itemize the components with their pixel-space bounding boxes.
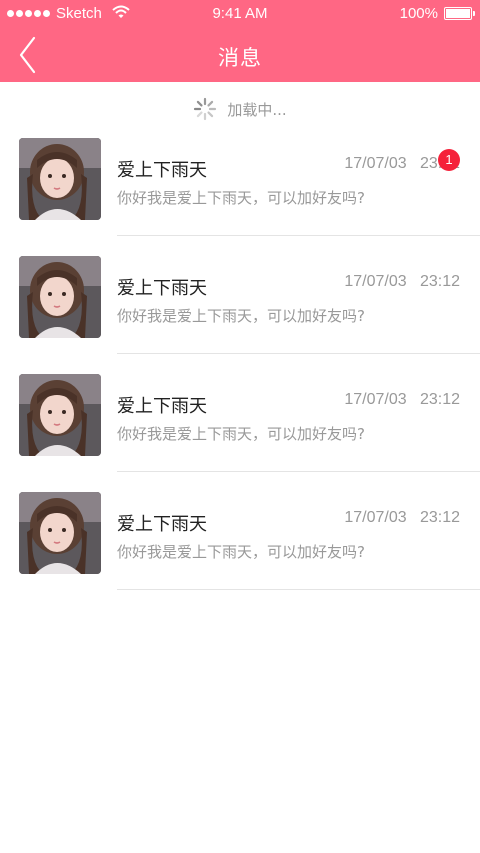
message-item[interactable]: 爱上下雨天 你好我是爱上下雨天，可以加好友吗? 17/07/03 23:12	[0, 354, 480, 472]
message-item[interactable]: 爱上下雨天 你好我是爱上下雨天，可以加好友吗? 17/07/03 23:12	[0, 236, 480, 354]
message-date: 17/07/03	[344, 509, 407, 526]
message-time: 23:12	[419, 391, 460, 408]
message-preview: 你好我是爱上下雨天，可以加好友吗?	[117, 307, 365, 325]
nav-bar: 消息	[0, 28, 480, 82]
battery-icon	[444, 7, 475, 20]
message-preview: 你好我是爱上下雨天，可以加好友吗?	[117, 189, 365, 207]
message-time: 23:12	[419, 509, 460, 526]
message-date: 17/07/03	[344, 273, 407, 290]
message-timestamp: 17/07/03 23:12	[344, 273, 460, 291]
contact-name: 爱上下雨天	[117, 160, 207, 181]
message-item[interactable]: 爱上下雨天 你好我是爱上下雨天，可以加好友吗? 17/07/03 23:12 1	[0, 118, 480, 236]
avatar-image	[19, 492, 101, 574]
message-preview: 你好我是爱上下雨天，可以加好友吗?	[117, 543, 365, 561]
header: Sketch 9:41 AM 100% 消息	[0, 0, 480, 82]
contact-name: 爱上下雨天	[117, 514, 207, 535]
avatar-image	[19, 256, 101, 338]
message-timestamp: 17/07/03 23:12	[344, 509, 460, 527]
avatar-image	[19, 374, 101, 456]
message-date: 17/07/03	[344, 155, 407, 172]
avatar[interactable]	[19, 138, 101, 220]
divider	[117, 589, 480, 590]
message-list: 爱上下雨天 你好我是爱上下雨天，可以加好友吗? 17/07/03 23:12 1…	[0, 118, 480, 590]
message-time: 23:12	[419, 273, 460, 290]
status-bar: Sketch 9:41 AM 100%	[0, 0, 480, 28]
battery-percent: 100%	[399, 5, 438, 22]
avatar-image	[19, 138, 101, 220]
avatar[interactable]	[19, 374, 101, 456]
contact-name: 爱上下雨天	[117, 396, 207, 417]
message-item[interactable]: 爱上下雨天 你好我是爱上下雨天，可以加好友吗? 17/07/03 23:12	[0, 472, 480, 590]
unread-badge: 1	[438, 149, 460, 171]
avatar[interactable]	[19, 256, 101, 338]
page-title: 消息	[218, 46, 262, 70]
avatar[interactable]	[19, 492, 101, 574]
contact-name: 爱上下雨天	[117, 278, 207, 299]
message-date: 17/07/03	[344, 391, 407, 408]
message-timestamp: 17/07/03 23:12	[344, 391, 460, 409]
loading-text: 加载中...	[227, 100, 287, 119]
message-preview: 你好我是爱上下雨天，可以加好友吗?	[117, 425, 365, 443]
